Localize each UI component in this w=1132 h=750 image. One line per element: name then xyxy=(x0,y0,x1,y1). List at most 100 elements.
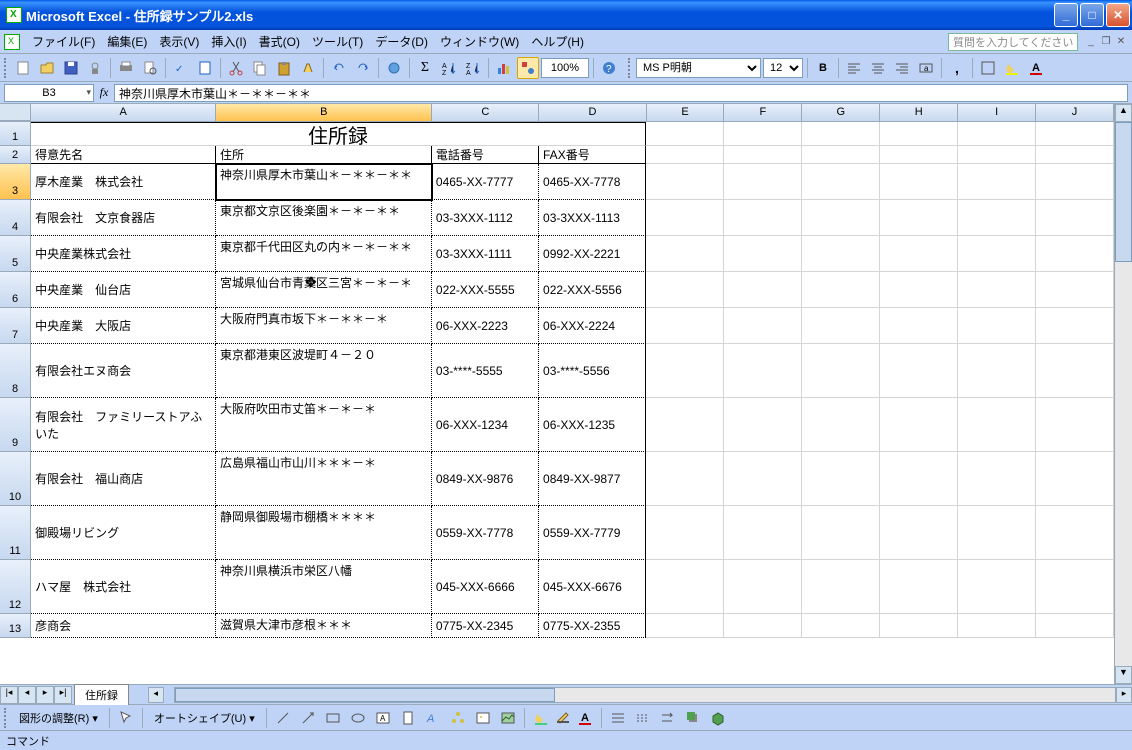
cell-phone[interactable]: 03-****-5555 xyxy=(432,344,539,398)
fill-color-draw-button[interactable] xyxy=(530,707,552,729)
select-all-corner[interactable] xyxy=(0,104,31,121)
cell[interactable] xyxy=(880,560,958,614)
cell-phone[interactable]: 06-XXX-2223 xyxy=(432,308,539,344)
permission-button[interactable] xyxy=(84,57,106,79)
cell[interactable] xyxy=(958,560,1036,614)
cell[interactable] xyxy=(724,506,802,560)
autosum-button[interactable]: Σ xyxy=(414,57,436,79)
scroll-down-button[interactable]: ▼ xyxy=(1115,666,1132,684)
cell[interactable] xyxy=(1036,452,1114,506)
cell-name[interactable]: 中央産業 仙台店 xyxy=(31,272,216,308)
cell-fax[interactable]: 0849-XX-9877 xyxy=(539,452,646,506)
chart-button[interactable] xyxy=(493,57,515,79)
cell[interactable] xyxy=(802,452,880,506)
shadow-button[interactable] xyxy=(682,707,704,729)
cell[interactable] xyxy=(646,200,724,236)
cell-address[interactable]: 東京都文京区後楽園＊－＊－＊＊ xyxy=(216,200,432,236)
cell-name[interactable]: 中央産業 大阪店 xyxy=(31,308,216,344)
rectangle-button[interactable] xyxy=(322,707,344,729)
cell[interactable] xyxy=(802,122,880,146)
align-left-button[interactable] xyxy=(843,57,865,79)
hscroll-right-button[interactable]: ▸ xyxy=(1116,687,1132,703)
picture-button[interactable] xyxy=(497,707,519,729)
cell-name[interactable]: 厚木産業 株式会社 xyxy=(31,164,216,200)
clipart-button[interactable] xyxy=(472,707,494,729)
column-header-B[interactable]: B xyxy=(216,104,432,121)
cell[interactable] xyxy=(802,272,880,308)
minimize-button[interactable]: _ xyxy=(1054,3,1078,27)
cell-name[interactable]: 有限会社 ファミリーストアふいた xyxy=(31,398,216,452)
tab-next-button[interactable]: ▸ xyxy=(36,686,54,704)
header-name[interactable]: 得意先名 xyxy=(31,146,216,164)
cell[interactable] xyxy=(1036,308,1114,344)
undo-button[interactable] xyxy=(328,57,350,79)
menu-edit[interactable]: 編集(E) xyxy=(101,31,153,52)
column-header-A[interactable]: A xyxy=(31,104,216,121)
research-button[interactable] xyxy=(194,57,216,79)
cell[interactable] xyxy=(724,236,802,272)
cell-fax[interactable]: 06-XXX-2224 xyxy=(539,308,646,344)
scroll-up-button[interactable]: ▲ xyxy=(1115,104,1132,122)
tab-prev-button[interactable]: ◂ xyxy=(18,686,36,704)
cell-fax[interactable]: 045-XXX-6676 xyxy=(539,560,646,614)
row-header-2[interactable]: 2 xyxy=(0,146,31,164)
menu-view[interactable]: 表示(V) xyxy=(153,31,205,52)
menu-data[interactable]: データ(D) xyxy=(369,31,434,52)
cell[interactable] xyxy=(1036,506,1114,560)
cell-name[interactable]: 中央産業株式会社 xyxy=(31,236,216,272)
bold-button[interactable]: B xyxy=(812,57,834,79)
column-header-I[interactable]: I xyxy=(958,104,1036,121)
cell[interactable] xyxy=(880,164,958,200)
header-address[interactable]: 住所 xyxy=(216,146,432,164)
scroll-thumb[interactable] xyxy=(1115,122,1132,262)
cell[interactable] xyxy=(880,146,958,164)
row-header-6[interactable]: 6 xyxy=(0,272,31,308)
new-button[interactable] xyxy=(12,57,34,79)
fill-color-button[interactable] xyxy=(1001,57,1023,79)
cell-address[interactable]: 神奈川県横浜市栄区八幡 xyxy=(216,560,432,614)
cell[interactable] xyxy=(802,506,880,560)
cell-address[interactable]: 宮城県仙台市青葉区三宮＊－＊－＊ xyxy=(216,272,432,308)
cell[interactable] xyxy=(646,614,724,638)
cell[interactable] xyxy=(1036,272,1114,308)
print-preview-button[interactable] xyxy=(139,57,161,79)
cell[interactable] xyxy=(958,398,1036,452)
menu-file[interactable]: ファイル(F) xyxy=(26,31,101,52)
cell[interactable] xyxy=(880,344,958,398)
open-button[interactable] xyxy=(36,57,58,79)
align-center-button[interactable] xyxy=(867,57,889,79)
cell[interactable] xyxy=(958,200,1036,236)
cell[interactable] xyxy=(958,344,1036,398)
cell[interactable] xyxy=(802,398,880,452)
cell[interactable] xyxy=(802,236,880,272)
cell[interactable] xyxy=(724,272,802,308)
cell[interactable] xyxy=(646,560,724,614)
cell-name[interactable]: 有限会社エヌ商会 xyxy=(31,344,216,398)
row-header-3[interactable]: 3 xyxy=(0,164,31,200)
cell[interactable] xyxy=(1036,344,1114,398)
cell[interactable] xyxy=(958,164,1036,200)
border-button[interactable] xyxy=(977,57,999,79)
cell-phone[interactable]: 0775-XX-2345 xyxy=(432,614,539,638)
cell[interactable] xyxy=(1036,236,1114,272)
doc-close-button[interactable]: ✕ xyxy=(1114,35,1128,49)
hscroll-left-button[interactable]: ◂ xyxy=(148,687,164,703)
cell[interactable] xyxy=(802,344,880,398)
spelling-button[interactable]: ✓ xyxy=(170,57,192,79)
column-header-F[interactable]: F xyxy=(724,104,802,121)
cell[interactable] xyxy=(958,146,1036,164)
arrow-style-button[interactable] xyxy=(657,707,679,729)
row-header-4[interactable]: 4 xyxy=(0,200,31,236)
fontcolor-draw-button[interactable]: A xyxy=(574,707,596,729)
cell-fax[interactable]: 0465-XX-7778 xyxy=(539,164,646,200)
copy-button[interactable] xyxy=(249,57,271,79)
header-fax[interactable]: FAX番号 xyxy=(539,146,646,164)
cell[interactable] xyxy=(880,398,958,452)
vtextbox-button[interactable] xyxy=(397,707,419,729)
cell-address[interactable]: 東京都港東区波堤町４－２０ xyxy=(216,344,432,398)
column-header-E[interactable]: E xyxy=(647,104,725,121)
cell[interactable] xyxy=(1036,200,1114,236)
sort-asc-button[interactable]: AZ xyxy=(438,57,460,79)
cell-address[interactable]: 広島県福山市山川＊＊＊－＊ xyxy=(216,452,432,506)
cell[interactable] xyxy=(646,506,724,560)
